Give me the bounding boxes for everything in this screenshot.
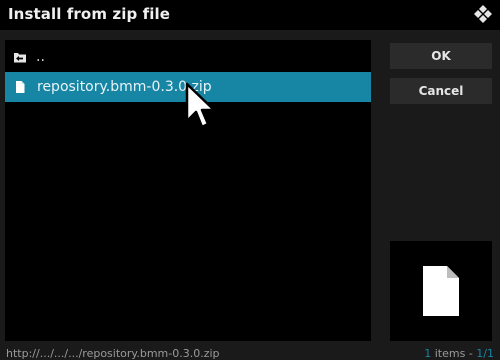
item-count-text: items -: [431, 347, 477, 360]
mouse-cursor-icon: [185, 82, 216, 129]
list-item-parent-folder[interactable]: ..: [5, 42, 371, 72]
ok-button[interactable]: OK: [390, 43, 492, 69]
file-preview-thumbnail: [390, 241, 492, 341]
title-bar: Install from zip file: [0, 0, 500, 30]
list-item-label: ..: [36, 49, 45, 65]
dialog-title: Install from zip file: [8, 5, 170, 23]
file-icon: [16, 81, 25, 93]
cancel-button[interactable]: Cancel: [390, 78, 492, 104]
file-icon: [423, 266, 459, 316]
current-path: http://.../.../.../repository.bmm-0.3.0.…: [6, 347, 220, 360]
kodi-logo-icon: [474, 5, 492, 23]
folder-back-icon: [14, 53, 26, 63]
page-indicator: 1/1: [476, 347, 494, 360]
item-count: 1 items - 1/1: [424, 347, 494, 360]
